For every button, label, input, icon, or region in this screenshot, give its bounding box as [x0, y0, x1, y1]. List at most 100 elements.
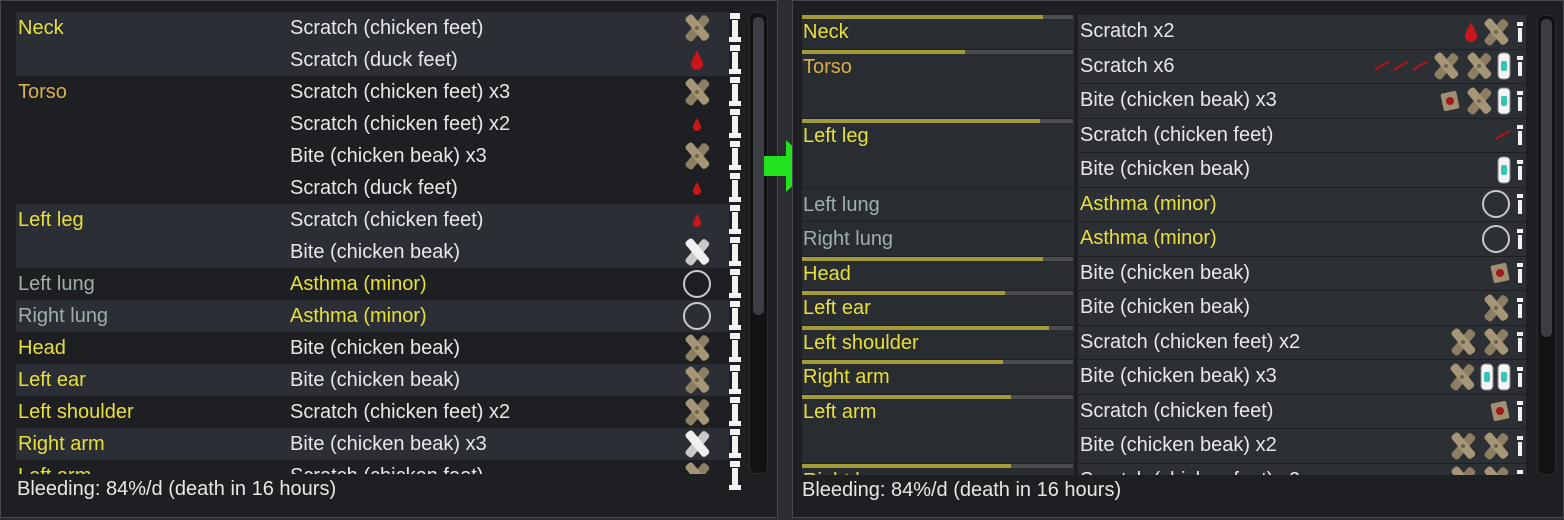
injury-label: Scratch (chicken feet) [1080, 123, 1274, 146]
injury-row[interactable]: Scratch (chicken feet) [1078, 118, 1526, 152]
info-icon[interactable] [728, 108, 742, 140]
bandage-icon [1481, 294, 1511, 322]
injury-row[interactable]: Bite (chicken beak) [1078, 256, 1526, 290]
body-part-group: Right lung Asthma (minor) [16, 300, 729, 332]
pill-icon [1497, 156, 1511, 184]
bandage-icon [1448, 432, 1478, 460]
injury-row[interactable]: Scratch (chicken feet) [1078, 394, 1526, 428]
injury-row[interactable]: Scratch (duck feet) [290, 172, 729, 204]
blood-drop-icon [690, 49, 704, 71]
injury-row[interactable]: Bite (chicken beak) x3 [290, 140, 729, 172]
injury-row[interactable]: Bite (chicken beak) [1078, 153, 1526, 187]
info-icon[interactable] [728, 236, 742, 268]
scrollbar[interactable] [1537, 15, 1556, 475]
bandage-icon [682, 142, 712, 170]
info-icon[interactable] [1516, 469, 1524, 475]
info-icon[interactable] [728, 268, 742, 300]
pill-icon [1480, 363, 1494, 391]
injury-row[interactable]: Asthma (minor) [1078, 187, 1526, 221]
injury-row[interactable]: Scratch (chicken feet) [290, 204, 729, 236]
injury-row[interactable]: Bite (chicken beak) x2 [1078, 429, 1526, 463]
body-part-group: Left arm Scratch (chicken feet) Bite (chic… [802, 394, 1526, 463]
info-icon[interactable] [728, 300, 742, 332]
injury-row[interactable]: Scratch (duck feet) [290, 44, 729, 76]
info-icon[interactable] [1516, 297, 1524, 319]
bandage-icon [1431, 52, 1461, 80]
body-part-label: Head [803, 262, 851, 285]
info-icon[interactable] [728, 12, 742, 44]
body-part-group: Right leg Scratch (chicken feet) x2 [802, 463, 1526, 475]
injury-row[interactable]: Bite (chicken beak) x3 [1078, 84, 1526, 118]
bandage-icon [1481, 18, 1511, 46]
bandage-icon [682, 462, 712, 474]
injury-row[interactable]: Scratch (chicken feet) [290, 12, 729, 44]
injury-row[interactable]: Scratch (chicken feet) x2 [1078, 463, 1526, 475]
info-icon[interactable] [728, 460, 742, 492]
body-part-label: Left ear [18, 369, 86, 391]
injury-row[interactable]: Scratch x2 [1078, 15, 1526, 49]
bandage-icon [1481, 432, 1511, 460]
bandage-icon [682, 14, 712, 42]
body-part-label: Torso [18, 81, 67, 103]
bandage-icon [682, 366, 712, 394]
info-icon[interactable] [1516, 262, 1524, 284]
info-icon[interactable] [728, 364, 742, 396]
bandage-icon [682, 78, 712, 106]
info-icon[interactable] [1516, 400, 1524, 422]
info-icon[interactable] [728, 396, 742, 428]
body-part-group: Head Bite (chicken beak) [802, 256, 1526, 290]
body-part-label: Right arm [803, 366, 890, 388]
info-icon[interactable] [728, 44, 742, 76]
info-icon[interactable] [728, 76, 742, 108]
injury-label: Scratch (chicken feet) x3 [290, 81, 511, 103]
info-icon[interactable] [1516, 435, 1524, 457]
injury-row[interactable]: Bite (chicken beak) [290, 364, 729, 396]
injury-row[interactable]: Scratch (chicken feet) [290, 460, 729, 474]
info-icon[interactable] [728, 140, 742, 172]
info-icon[interactable] [728, 332, 742, 364]
injury-row[interactable]: Bite (chicken beak) [290, 236, 729, 268]
scrollbar[interactable] [749, 12, 768, 474]
info-icon[interactable] [728, 428, 742, 460]
injury-row[interactable]: Bite (chicken beak) [1078, 291, 1526, 325]
info-icon[interactable] [1516, 159, 1524, 181]
injury-row[interactable]: Bite (chicken beak) x3 [1078, 360, 1526, 394]
bandage-icon [682, 398, 712, 426]
injury-row[interactable]: Asthma (minor) [290, 268, 729, 300]
body-part-cell: Torso [802, 49, 1074, 118]
info-icon[interactable] [1516, 124, 1524, 146]
info-icon[interactable] [728, 172, 742, 204]
injury-row[interactable]: Asthma (minor) [1078, 222, 1526, 256]
body-part-cell: Left ear [802, 291, 1074, 325]
injury-row[interactable]: Scratch (chicken feet) x3 [290, 76, 729, 108]
injury-label: Bite (chicken beak) x3 [1080, 89, 1277, 112]
body-part-label: Left lung [803, 193, 880, 216]
health-bar [802, 15, 1073, 19]
scrollbar-thumb[interactable] [1541, 19, 1552, 337]
info-icon[interactable] [1516, 193, 1524, 215]
body-part-group: Right lung Asthma (minor) [802, 222, 1526, 256]
body-part-label: Head [18, 337, 66, 359]
injury-row[interactable]: Scratch (chicken feet) x2 [1078, 325, 1526, 359]
scrollbar-thumb[interactable] [753, 17, 764, 315]
injury-row[interactable]: Scratch (chicken feet) x2 [290, 108, 729, 140]
injury-row[interactable]: Bite (chicken beak) x3 [290, 428, 729, 460]
injury-row[interactable]: Asthma (minor) [290, 300, 729, 332]
health-bar [802, 256, 1073, 261]
info-icon[interactable] [1516, 228, 1524, 250]
injury-row[interactable]: Scratch x6 [1078, 49, 1526, 83]
info-icon[interactable] [1516, 21, 1524, 43]
info-icon[interactable] [728, 204, 742, 236]
injury-label: Scratch x6 [1080, 54, 1175, 77]
injury-row[interactable]: Bite (chicken beak) [290, 332, 729, 364]
body-part-label: Left shoulder [803, 331, 919, 354]
blood-drop-small-icon [692, 117, 702, 131]
info-icon[interactable] [1516, 55, 1524, 77]
injury-label: Bite (chicken beak) [290, 241, 461, 263]
red-scratch-icon [1412, 61, 1428, 72]
info-icon[interactable] [1516, 90, 1524, 112]
injury-label: Scratch (chicken feet) [290, 460, 679, 474]
injury-row[interactable]: Scratch (chicken feet) x2 [290, 396, 729, 428]
info-icon[interactable] [1516, 331, 1524, 353]
info-icon[interactable] [1516, 366, 1524, 388]
